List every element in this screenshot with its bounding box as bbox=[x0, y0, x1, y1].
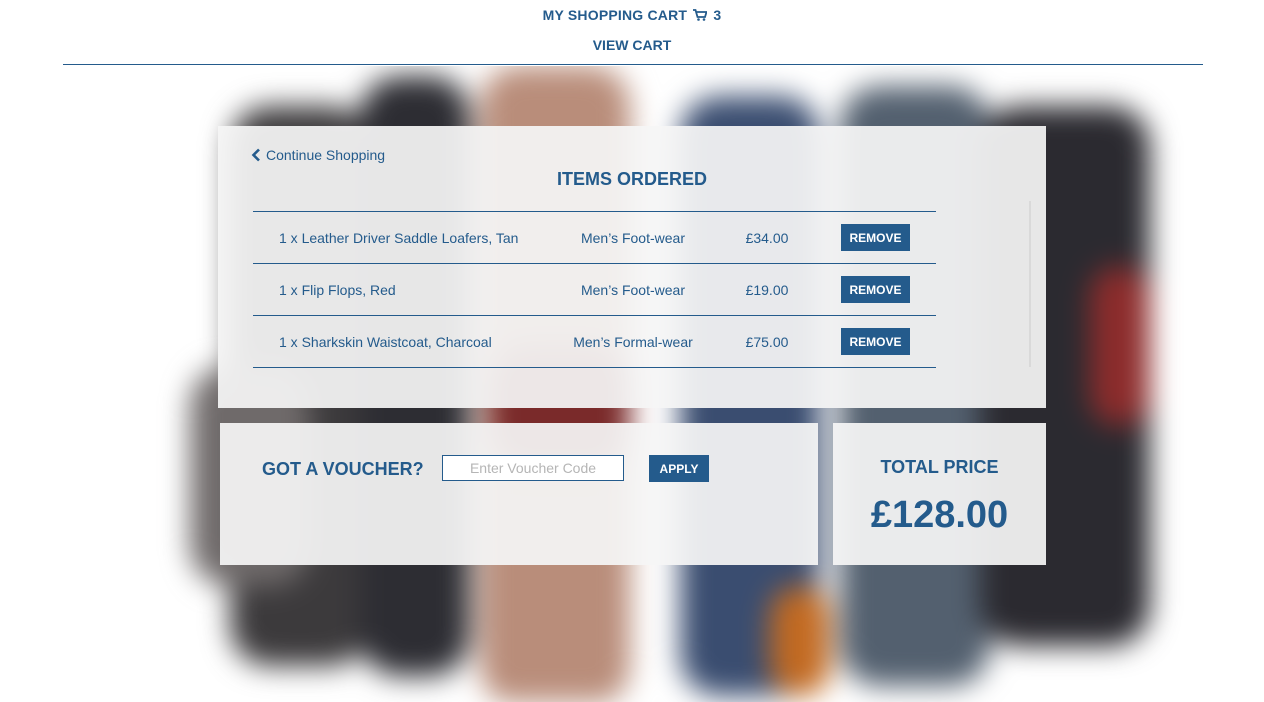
site-header: MY SHOPPING CART 3 VIEW CART bbox=[0, 0, 1264, 66]
remove-item-button[interactable]: REMOVE bbox=[841, 328, 910, 355]
continue-shopping-link[interactable]: Continue Shopping bbox=[251, 147, 385, 163]
item-price: £19.00 bbox=[745, 282, 789, 298]
order-item-row: 1 x Leather Driver Saddle Loafers, Tan M… bbox=[253, 212, 936, 264]
item-name: 1 x Leather Driver Saddle Loafers, Tan bbox=[279, 230, 519, 246]
items-ordered-panel: Continue Shopping ITEMS ORDERED 1 x Leat… bbox=[218, 126, 1046, 408]
order-item-row: 1 x Sharkskin Waistcoat, Charcoal Men’s … bbox=[253, 316, 936, 368]
continue-shopping-label: Continue Shopping bbox=[266, 147, 386, 163]
total-price-value: £128.00 bbox=[870, 494, 1009, 536]
voucher-panel: GOT A VOUCHER? APPLY bbox=[220, 423, 818, 565]
scrollbar-track[interactable] bbox=[1029, 201, 1031, 367]
item-category: Men’s Foot-wear bbox=[580, 230, 685, 246]
item-price: £34.00 bbox=[745, 230, 789, 246]
cart-summary[interactable]: MY SHOPPING CART 3 bbox=[0, 7, 1264, 23]
shopping-cart-icon bbox=[693, 9, 708, 21]
header-divider bbox=[63, 64, 1203, 65]
voucher-label: GOT A VOUCHER? bbox=[262, 459, 424, 479]
item-name: 1 x Flip Flops, Red bbox=[279, 282, 396, 298]
item-price: £75.00 bbox=[745, 334, 789, 350]
view-cart-link[interactable]: VIEW CART bbox=[0, 37, 1264, 53]
chevron-left-icon bbox=[251, 148, 260, 162]
order-item-row: 1 x Flip Flops, Red Men’s Foot-wear £19.… bbox=[253, 264, 936, 316]
apply-voucher-button[interactable]: APPLY bbox=[649, 455, 709, 482]
cart-title: MY SHOPPING CART bbox=[542, 7, 688, 23]
order-items-table: 1 x Leather Driver Saddle Loafers, Tan M… bbox=[253, 211, 936, 368]
remove-item-button[interactable]: REMOVE bbox=[841, 224, 910, 251]
cart-count: 3 bbox=[713, 7, 722, 23]
total-price-label: TOTAL PRICE bbox=[880, 457, 999, 477]
items-ordered-title: ITEMS ORDERED bbox=[556, 169, 707, 189]
remove-item-button[interactable]: REMOVE bbox=[841, 276, 910, 303]
voucher-code-input[interactable] bbox=[442, 455, 624, 481]
item-category: Men’s Formal-wear bbox=[573, 334, 693, 350]
item-category: Men’s Foot-wear bbox=[580, 282, 685, 298]
total-price-panel: TOTAL PRICE £128.00 bbox=[833, 423, 1046, 565]
item-name: 1 x Sharkskin Waistcoat, Charcoal bbox=[279, 334, 492, 350]
